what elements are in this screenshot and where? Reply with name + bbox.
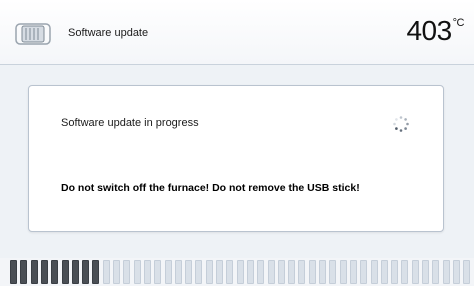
progress-segment-empty	[174, 260, 182, 284]
progress-segment-empty	[185, 260, 193, 284]
progress-segment-empty	[442, 260, 450, 284]
progress-segment-empty	[133, 260, 141, 284]
progress-segment-empty	[319, 260, 326, 284]
progress-segment-empty	[143, 260, 151, 284]
progress-segment-empty	[452, 260, 460, 284]
progress-segment-empty	[349, 260, 357, 284]
progress-segment-filled	[71, 260, 79, 284]
progress-segment-empty	[246, 260, 254, 284]
page-title: Software update	[68, 27, 149, 39]
progress-segment-empty	[123, 260, 131, 284]
progress-segment-filled	[10, 260, 17, 284]
progress-segment-empty	[236, 260, 244, 284]
progress-segment-empty	[298, 260, 306, 284]
progress-segment-filled	[92, 260, 100, 284]
progress-segment-empty	[205, 260, 213, 284]
progress-segment-empty	[164, 260, 172, 284]
temperature-value: 403	[406, 15, 452, 46]
progress-segment-empty	[329, 260, 337, 284]
progress-segment-empty	[226, 260, 234, 284]
progress-message: Software update in progress	[61, 117, 199, 129]
progress-segment-empty	[154, 260, 162, 284]
temperature-display: 403°C	[406, 15, 464, 47]
progress-segment-empty	[102, 260, 110, 284]
furnace-icon	[15, 23, 51, 45]
progress-segment-empty	[401, 260, 409, 284]
progress-segment-empty	[422, 260, 429, 284]
progress-segment-filled	[61, 260, 69, 284]
progress-segment-filled	[82, 260, 90, 284]
temperature-unit: °C	[452, 17, 465, 29]
progress-segment-empty	[288, 260, 296, 284]
progress-segment-filled	[20, 260, 28, 284]
progress-segment-empty	[360, 260, 368, 284]
progress-segment-empty	[339, 260, 347, 284]
progress-segment-empty	[267, 260, 275, 284]
progress-segment-empty	[411, 260, 419, 284]
progress-segment-filled	[40, 260, 48, 284]
progress-segment-filled	[51, 260, 59, 284]
progress-segment-empty	[277, 260, 285, 284]
progress-segment-empty	[380, 260, 388, 284]
progress-segment-empty	[113, 260, 120, 284]
progress-bar	[0, 258, 474, 286]
progress-segment-empty	[432, 260, 440, 284]
warning-message: Do not switch off the furnace! Do not re…	[61, 182, 360, 194]
progress-segment-empty	[370, 260, 378, 284]
update-dialog: Software update in progress Do not switc…	[28, 85, 444, 232]
progress-segment-filled	[30, 260, 38, 284]
header-bar: Software update 403°C	[0, 0, 474, 65]
progress-segment-empty	[463, 260, 471, 284]
progress-segment-empty	[391, 260, 399, 284]
progress-segment-empty	[216, 260, 223, 284]
progress-segment-empty	[257, 260, 265, 284]
progress-segment-empty	[195, 260, 203, 284]
loading-spinner-icon	[393, 116, 409, 132]
progress-segment-empty	[308, 260, 316, 284]
